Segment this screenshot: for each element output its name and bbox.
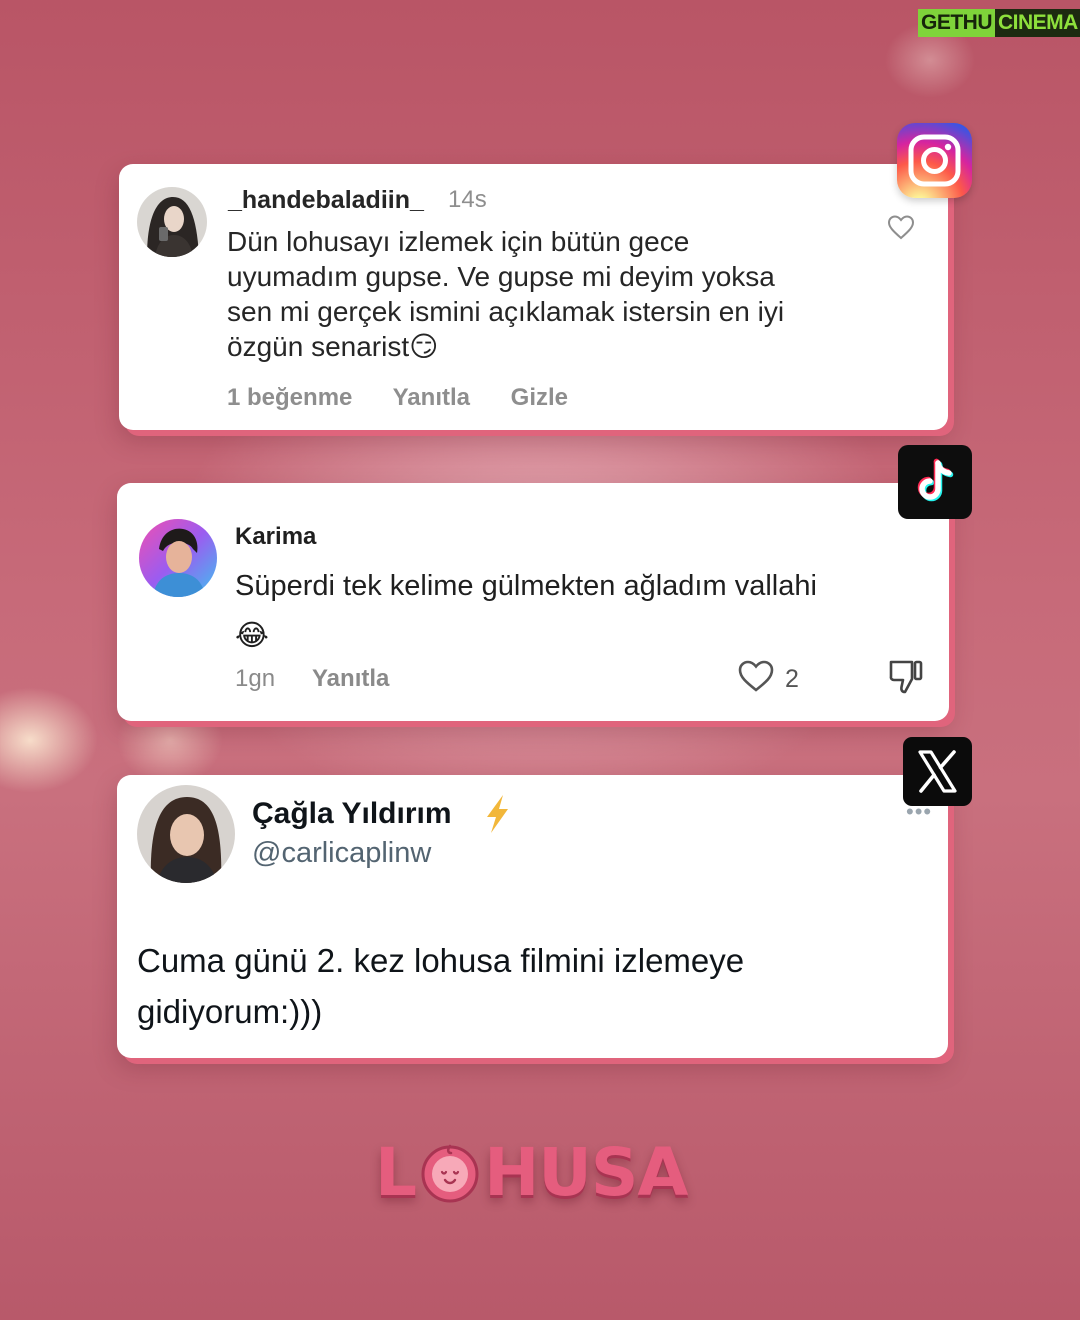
heart-icon[interactable] bbox=[737, 659, 775, 693]
comment-timestamp: 14s bbox=[448, 186, 487, 213]
lohusa-logo: L HUSA bbox=[375, 1138, 695, 1208]
logo-letter-l: L bbox=[375, 1134, 417, 1211]
comment-text: Süperdi tek kelime gülmekten ağladım val… bbox=[235, 570, 817, 652]
comment-username[interactable]: _handebaladiin_ bbox=[228, 186, 424, 215]
display-name[interactable]: Çağla Yıldırım bbox=[252, 797, 452, 831]
reply-button[interactable]: Yanıtla bbox=[393, 384, 470, 411]
lightning-icon bbox=[487, 795, 508, 833]
comment-username[interactable]: Karima bbox=[235, 523, 316, 551]
tiktok-comment-card: Karima Süperdi tek kelime gülmekten ağla… bbox=[117, 483, 949, 721]
instagram-icon bbox=[897, 123, 972, 198]
reply-button[interactable]: Yanıtla bbox=[312, 665, 389, 693]
heart-icon[interactable] bbox=[887, 214, 915, 240]
tiktok-icon bbox=[898, 445, 972, 519]
more-options-icon[interactable]: ••• bbox=[906, 801, 932, 823]
watermark-part-2: CINEMA bbox=[995, 9, 1080, 37]
comment-actions: 1 beğenme Yanıtla Gizle bbox=[227, 384, 602, 412]
likes-count[interactable]: 1 beğenme bbox=[227, 384, 352, 411]
user-handle[interactable]: @carlicaplinw bbox=[252, 837, 431, 870]
avatar[interactable] bbox=[137, 785, 235, 883]
baby-face-icon bbox=[421, 1144, 479, 1203]
like-count: 2 bbox=[785, 665, 799, 693]
logo-text: HUSA bbox=[484, 1134, 688, 1211]
post-text: Cuma günü 2. kez lohusa filmini izlemeye… bbox=[137, 942, 745, 1030]
x-post-card: Çağla Yıldırım @carlicaplinw ••• Cuma gü… bbox=[117, 775, 948, 1058]
thumbs-down-icon[interactable] bbox=[887, 657, 925, 695]
watermark-part-1: GETHU bbox=[918, 9, 995, 37]
x-icon bbox=[903, 737, 972, 806]
avatar[interactable] bbox=[137, 187, 207, 257]
hide-button[interactable]: Gizle bbox=[511, 384, 568, 411]
instagram-comment-card: _handebaladiin_ 14s Dün lohusayı izlemek… bbox=[119, 164, 948, 430]
comment-timestamp: 1gn bbox=[235, 665, 276, 692]
avatar[interactable] bbox=[139, 519, 217, 597]
watermark-logo: GETHU CINEMA bbox=[918, 8, 1080, 38]
comment-text: Dün lohusayı izlemek için bütün gece uyu… bbox=[227, 226, 785, 362]
